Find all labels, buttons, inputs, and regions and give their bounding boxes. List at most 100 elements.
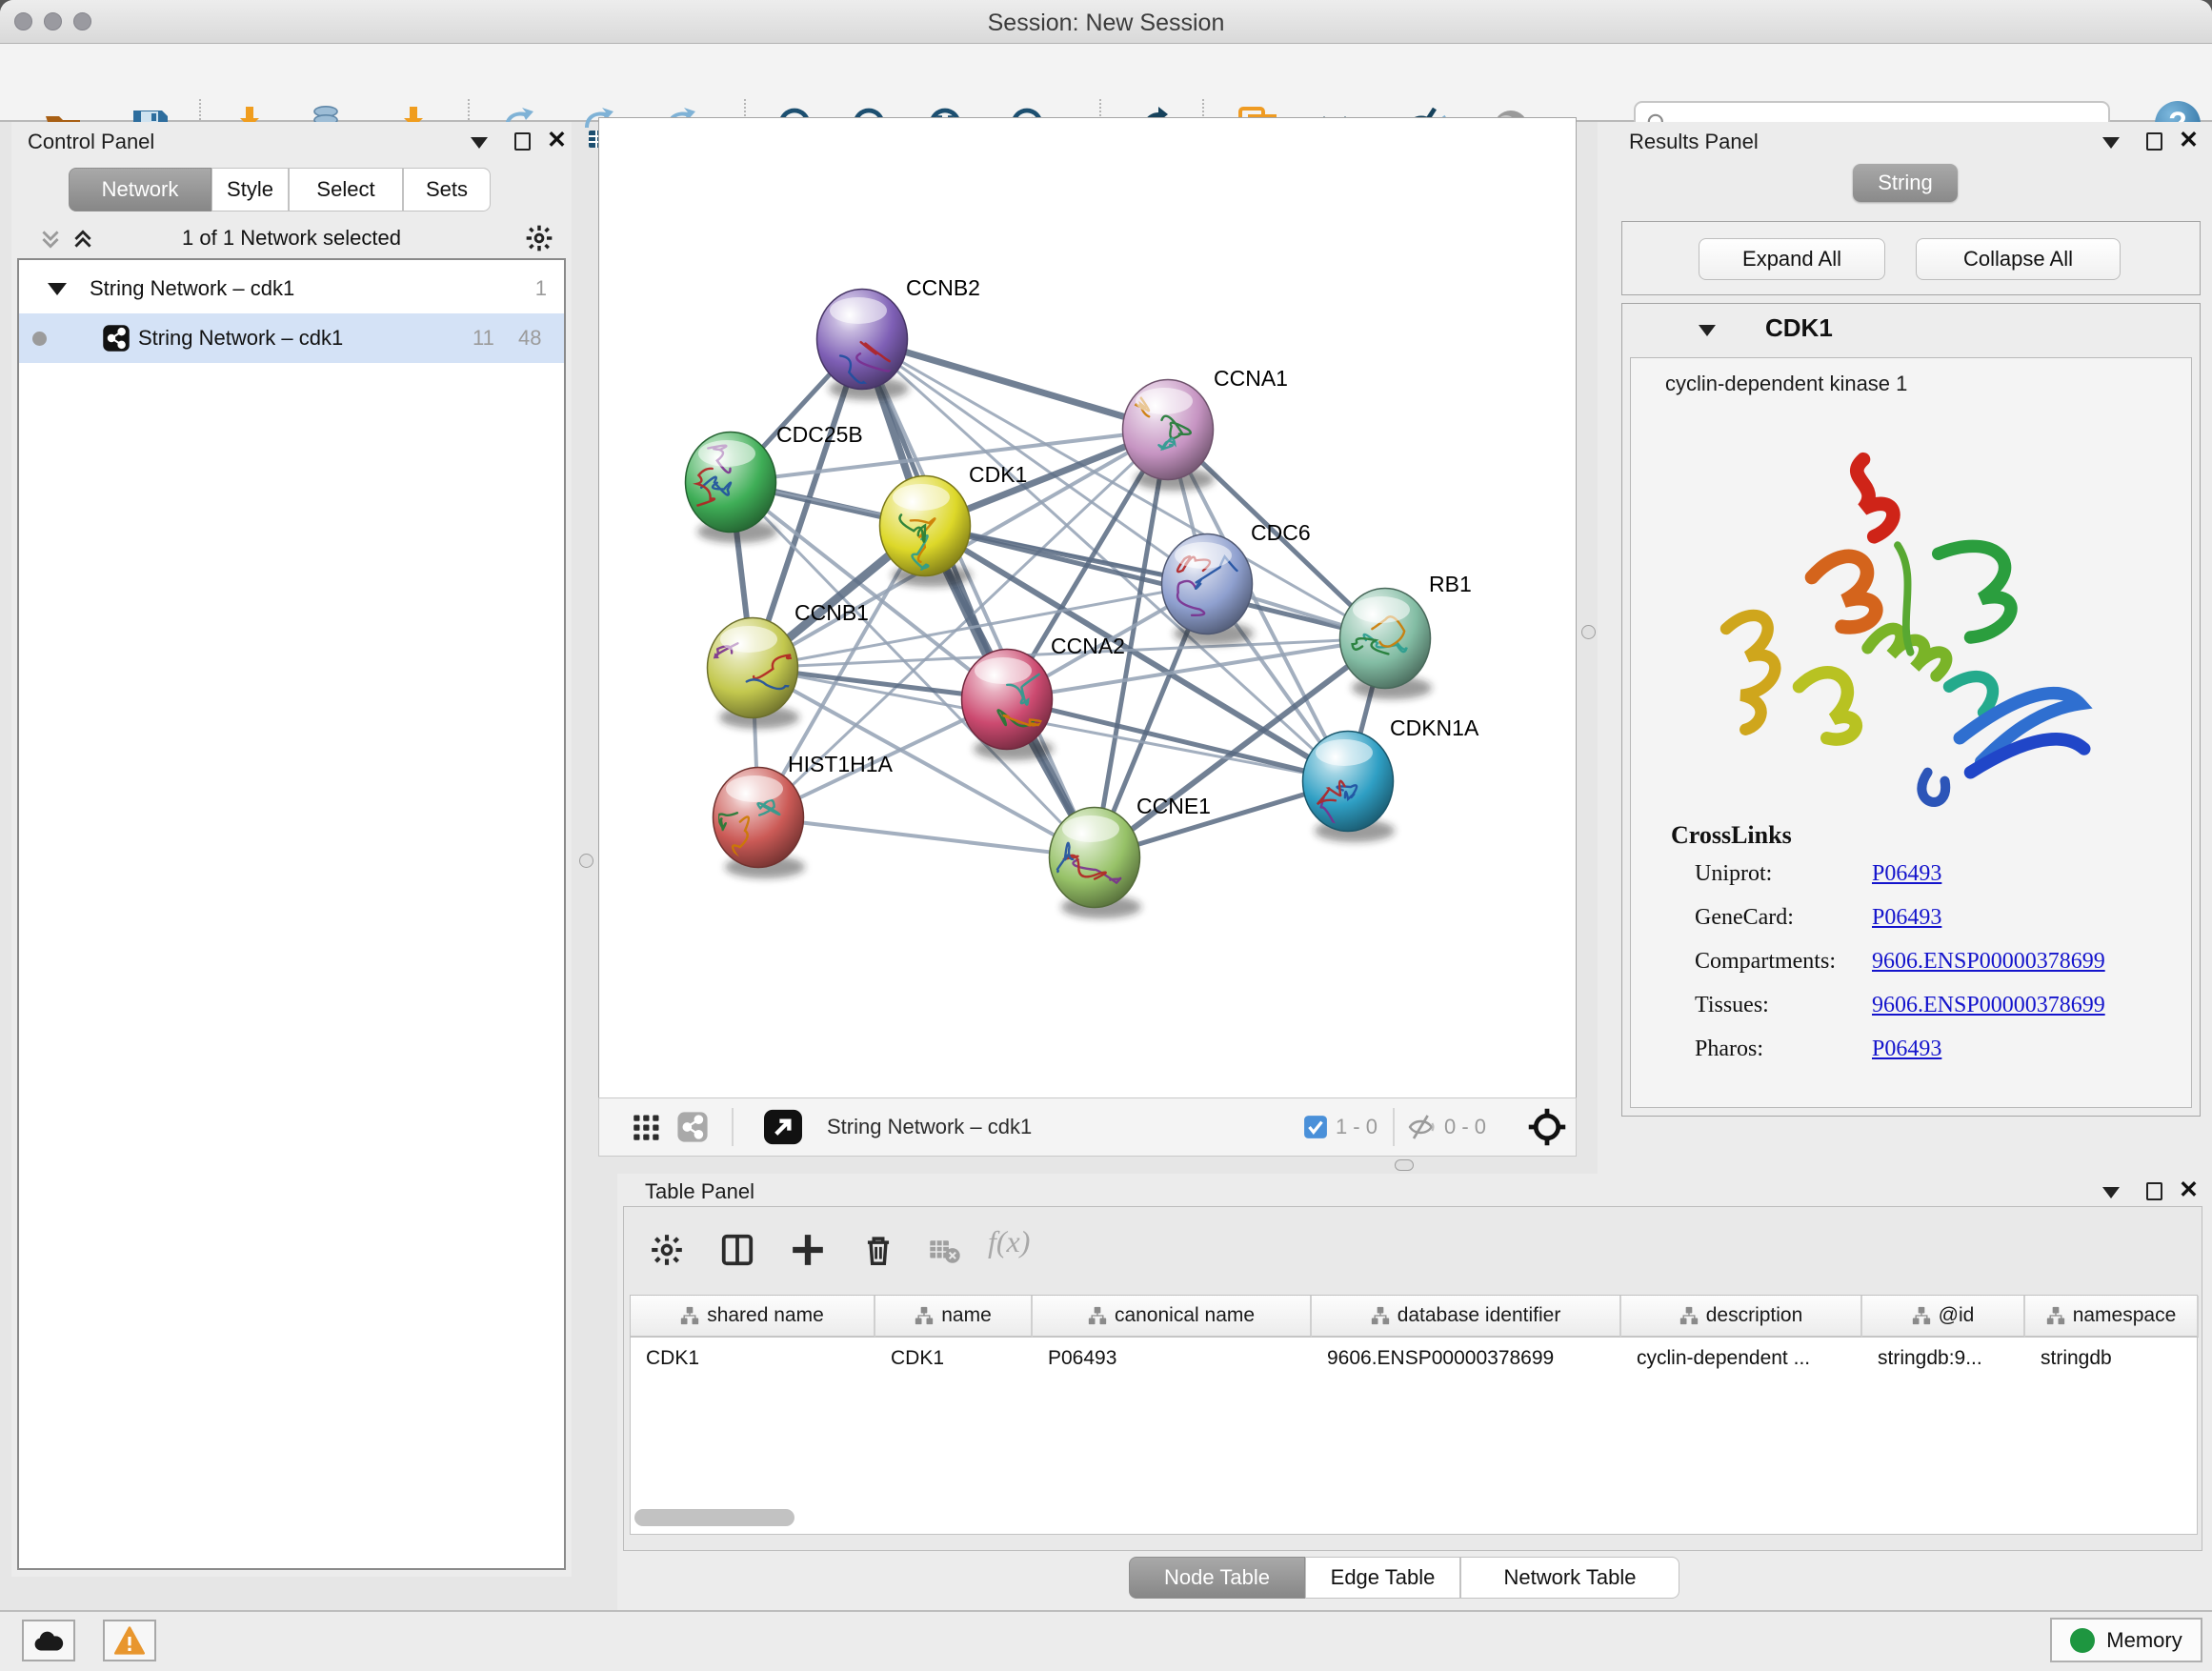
table-panel-close-icon[interactable]: ✕ bbox=[2179, 1180, 2199, 1199]
network-share-icon[interactable] bbox=[676, 1111, 709, 1143]
column-header-name[interactable]: name bbox=[875, 1296, 1033, 1338]
left-splitter-handle[interactable] bbox=[579, 854, 593, 868]
column-type-icon bbox=[1912, 1306, 1931, 1325]
node-label-CDK1: CDK1 bbox=[969, 462, 1027, 487]
crosslink-compartments-link[interactable]: 9606.ENSP00000378699 bbox=[1872, 949, 2105, 975]
table-cell[interactable]: 9606.ENSP00000378699 bbox=[1312, 1339, 1621, 1379]
table-cell[interactable]: stringdb bbox=[2025, 1339, 2199, 1379]
table-cell[interactable]: P06493 bbox=[1033, 1339, 1312, 1379]
selection-status: 1 of 1 Network selected bbox=[11, 226, 572, 251]
results-panel-title: Results Panel bbox=[1629, 130, 1759, 154]
tab-network-table[interactable]: Network Table bbox=[1460, 1557, 1679, 1599]
collapse-all-button[interactable]: Collapse All bbox=[1916, 238, 2121, 280]
expand-all-button[interactable]: Expand All bbox=[1699, 238, 1885, 280]
column-header-id[interactable]: @id bbox=[1862, 1296, 2025, 1338]
title-bar: Session: New Session bbox=[0, 0, 2212, 44]
show-grid-icon[interactable] bbox=[633, 1113, 661, 1141]
selected-checkbox-icon[interactable] bbox=[1303, 1115, 1328, 1139]
network-view-toolbar: String Network – cdk1 1 - 0 0 - 0 bbox=[598, 1097, 1577, 1157]
column-header-sharedname[interactable]: shared name bbox=[631, 1296, 875, 1338]
function-builder-icon: f(x) bbox=[988, 1224, 1030, 1259]
selected-counts: 1 - 0 bbox=[1336, 1115, 1377, 1139]
column-header-namespace[interactable]: namespace bbox=[2025, 1296, 2199, 1338]
tab-sets[interactable]: Sets bbox=[403, 168, 491, 211]
hidden-eye-icon[interactable] bbox=[1406, 1112, 1437, 1142]
network-node-CCNA1[interactable]: CCNA1 bbox=[1123, 366, 1288, 491]
hidden-counts: 0 - 0 bbox=[1444, 1115, 1486, 1139]
results-panel-float-icon[interactable] bbox=[2146, 132, 2162, 151]
node-label-CCNE1: CCNE1 bbox=[1136, 794, 1211, 818]
control-panel-collapse-icon[interactable] bbox=[471, 137, 488, 149]
column-header-databaseidentifier[interactable]: database identifier bbox=[1312, 1296, 1621, 1338]
crosslink-label: GeneCard: bbox=[1695, 905, 1794, 930]
network-edge-CCNB2-CCNE1[interactable] bbox=[862, 339, 1095, 857]
table-settings-gear-icon[interactable] bbox=[649, 1232, 685, 1268]
string-actions-bar: Expand All Collapse All bbox=[1621, 221, 2201, 295]
current-network-dot-icon bbox=[32, 332, 47, 346]
collection-expander-icon[interactable] bbox=[48, 283, 67, 295]
control-panel-float-icon[interactable] bbox=[514, 132, 531, 151]
network-edge-HIST1H1A-CCNE1[interactable] bbox=[758, 817, 1095, 857]
crosslink-genecard-link[interactable]: P06493 bbox=[1872, 905, 1941, 931]
column-header-description[interactable]: description bbox=[1621, 1296, 1862, 1338]
delete-table-icon bbox=[929, 1238, 961, 1266]
crosslink-tissues-link[interactable]: 9606.ENSP00000378699 bbox=[1872, 993, 2105, 1018]
birds-eye-view-icon[interactable] bbox=[1526, 1106, 1568, 1148]
horizontal-scrollbar[interactable] bbox=[634, 1509, 794, 1526]
show-columns-icon[interactable] bbox=[719, 1232, 755, 1268]
network-node-HIST1H1A[interactable]: HIST1H1A bbox=[714, 752, 894, 878]
node-table: shared namenamecanonical namedatabase id… bbox=[630, 1295, 2198, 1535]
network-view-canvas[interactable]: CCNB2CCNA1CDC25BCDK1CDC6RB1CCNB1CCNA2CDK… bbox=[598, 117, 1577, 1097]
warning-icon bbox=[114, 1626, 145, 1655]
tab-node-table[interactable]: Node Table bbox=[1129, 1557, 1305, 1599]
results-panel: Results Panel ✕ String Expand All Collap… bbox=[1598, 122, 2212, 1174]
memory-status-icon bbox=[2070, 1628, 2095, 1653]
right-splitter-handle[interactable] bbox=[1581, 625, 1596, 639]
column-type-icon bbox=[2046, 1306, 2065, 1325]
crosslink-uniprot-link[interactable]: P06493 bbox=[1872, 861, 1941, 887]
table-cell[interactable]: cyclin-dependent ... bbox=[1621, 1339, 1862, 1379]
node-count: 11 bbox=[473, 326, 494, 351]
add-column-icon[interactable] bbox=[790, 1232, 826, 1268]
table-panel-body: f(x) shared namenamecanonical namedataba… bbox=[623, 1206, 2202, 1551]
tab-string[interactable]: String bbox=[1853, 164, 1958, 202]
open-in-window-icon[interactable] bbox=[762, 1108, 804, 1146]
column-header-canonicalname[interactable]: canonical name bbox=[1033, 1296, 1312, 1338]
network-node-RB1[interactable]: RB1 bbox=[1340, 572, 1472, 699]
tab-select[interactable]: Select bbox=[289, 168, 403, 211]
tab-edge-table[interactable]: Edge Table bbox=[1305, 1557, 1460, 1599]
cloud-button[interactable] bbox=[22, 1620, 75, 1661]
crosslinks-title: CrossLinks bbox=[1671, 821, 1792, 850]
delete-column-trash-icon[interactable] bbox=[860, 1232, 896, 1268]
network-node-CCNB2[interactable]: CCNB2 bbox=[817, 275, 980, 400]
network-node-CDKN1A[interactable]: CDKN1A bbox=[1303, 715, 1479, 842]
table-cell[interactable]: CDK1 bbox=[631, 1339, 875, 1379]
network-row-selected[interactable]: String Network – cdk1 11 48 bbox=[19, 313, 564, 363]
table-cell[interactable]: CDK1 bbox=[875, 1339, 1033, 1379]
edge-count: 48 bbox=[518, 326, 541, 351]
node-label-CDC6: CDC6 bbox=[1251, 520, 1311, 545]
table-cell[interactable]: stringdb:9... bbox=[1862, 1339, 2025, 1379]
crosslink-pharos-link[interactable]: P06493 bbox=[1872, 1037, 1941, 1062]
tab-network[interactable]: Network bbox=[69, 168, 211, 211]
memory-button[interactable]: Memory bbox=[2050, 1618, 2202, 1662]
network-collection-row[interactable]: String Network – cdk1 1 bbox=[19, 264, 564, 313]
control-panel-close-icon[interactable]: ✕ bbox=[547, 131, 567, 150]
node-details-card: CDK1 cyclin-dependent kinase 1 bbox=[1621, 303, 2201, 1117]
details-expander-icon[interactable] bbox=[1699, 325, 1716, 336]
application-window: Session: New Session bbox=[0, 0, 2212, 1671]
network-edge-CCNB2-CCNA1[interactable] bbox=[862, 339, 1168, 430]
network-edge-CDK1-RB1[interactable] bbox=[925, 526, 1385, 638]
node-label-CCNB2: CCNB2 bbox=[906, 275, 980, 300]
node-label-CDC25B: CDC25B bbox=[776, 422, 863, 447]
node-label-RB1: RB1 bbox=[1429, 572, 1472, 596]
tab-style[interactable]: Style bbox=[211, 168, 289, 211]
gear-icon[interactable] bbox=[524, 223, 554, 253]
crosslink-label: Uniprot: bbox=[1695, 861, 1772, 886]
warnings-button[interactable] bbox=[103, 1620, 156, 1661]
table-panel-collapse-icon[interactable] bbox=[2102, 1187, 2120, 1198]
results-panel-collapse-icon[interactable] bbox=[2102, 137, 2120, 149]
results-panel-close-icon[interactable]: ✕ bbox=[2179, 131, 2199, 150]
bottom-splitter-handle[interactable] bbox=[1395, 1159, 1414, 1171]
table-panel-float-icon[interactable] bbox=[2146, 1182, 2162, 1200]
